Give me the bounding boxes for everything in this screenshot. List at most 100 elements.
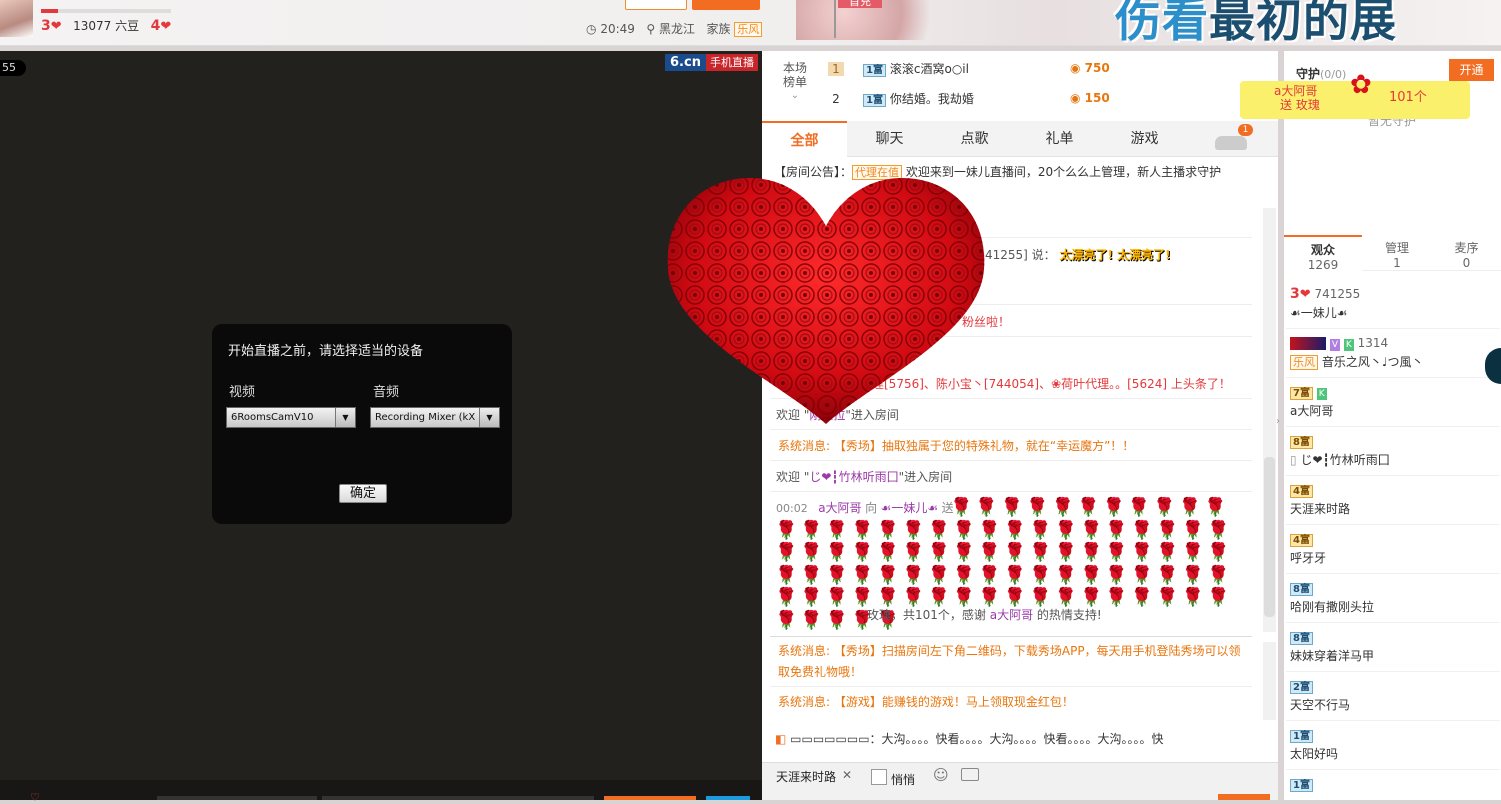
- follow-button[interactable]: [692, 0, 760, 10]
- heart-icon: ❤: [1299, 287, 1311, 302]
- k-badge: K: [1316, 388, 1327, 400]
- chevron-right-icon[interactable]: ›: [1276, 416, 1280, 427]
- guard-title: 守护(0/0): [1296, 65, 1346, 82]
- chat-scrollbar-thumb[interactable]: [1264, 457, 1275, 617]
- tab-admin[interactable]: 管理 1: [1362, 235, 1432, 271]
- divider: [1286, 622, 1500, 623]
- chat-input-area: [762, 762, 1278, 800]
- tab-all[interactable]: 全部: [762, 121, 847, 157]
- divider: [1286, 328, 1500, 329]
- bottom-blue-button[interactable]: [706, 796, 750, 800]
- divider: [1286, 769, 1500, 770]
- rank-amount: ◉ 150: [1070, 91, 1110, 105]
- chevron-down-icon: ⌄: [790, 90, 800, 101]
- audience-item[interactable]: 1富: [1290, 775, 1500, 794]
- banner-text-part-a: 伤看: [1115, 0, 1209, 47]
- site-logo[interactable]: 6.cn 手机直播: [665, 54, 760, 71]
- tab-games[interactable]: 游戏: [1102, 121, 1187, 157]
- bottom-control-2[interactable]: [322, 796, 594, 800]
- rank-user-name[interactable]: 滚滚c酒窝o○il: [890, 62, 969, 76]
- audience-item[interactable]: 3❤ 741255 ☙一妹儿☙: [1290, 285, 1500, 323]
- tab-mic-count: 0: [1462, 256, 1471, 270]
- rank-user-name[interactable]: 你结婚。我劫婚: [890, 92, 974, 106]
- heart-icon[interactable]: ♡: [30, 791, 40, 804]
- fortune-badge: 4富: [1290, 534, 1313, 547]
- divider: [770, 429, 1252, 430]
- car-icon[interactable]: [1215, 136, 1247, 150]
- logo-mobile-live: 手机直播: [705, 54, 758, 71]
- tab-audience[interactable]: 观众 1269: [1284, 235, 1362, 272]
- family-tag[interactable]: 乐风: [734, 22, 763, 37]
- audience-item[interactable]: 8富 妹妹穿着洋马甲: [1290, 628, 1500, 666]
- audience-item[interactable]: 4富 天涯来时路: [1290, 481, 1500, 519]
- audience-item[interactable]: 4富 呼牙牙: [1290, 530, 1500, 568]
- ranking-tag[interactable]: 本场 榜单 ⌄: [772, 61, 818, 103]
- chevron-down-icon: ▼: [479, 408, 499, 427]
- user-name: 妹妹穿着洋马甲: [1290, 649, 1375, 663]
- divider: [1286, 524, 1500, 525]
- level-next: 4: [150, 18, 161, 34]
- tab-song[interactable]: 点歌: [932, 121, 1017, 157]
- anchor-avatar[interactable]: [0, 0, 33, 37]
- audience-item[interactable]: 8富 哈刚有撒刚头拉: [1290, 579, 1500, 617]
- popup-count: 101个: [1389, 90, 1427, 105]
- audience-item[interactable]: 7富 K a大阿哥: [1290, 383, 1500, 421]
- private-label: 悄悄: [891, 773, 916, 787]
- rose-heart-gift-animation: [667, 178, 985, 424]
- tab-chat[interactable]: 聊天: [847, 121, 932, 157]
- tab-gift-list[interactable]: 礼单: [1017, 121, 1102, 157]
- coin-icon: ◉: [1070, 91, 1081, 105]
- heart-icon: ❤: [50, 19, 62, 34]
- confirm-button[interactable]: 确定: [339, 484, 387, 503]
- chat-message: 41255] 说： 太漂亮了! 太漂亮了!: [985, 244, 1171, 266]
- chat-user-id: 41255] 说：: [985, 248, 1056, 262]
- divider: [1286, 377, 1500, 378]
- bottom-control-1[interactable]: [157, 796, 317, 800]
- first-recharge-tag[interactable]: 首充: [838, 0, 882, 8]
- phone-icon: ▯: [1290, 453, 1297, 467]
- bottom-orange-button[interactable]: [604, 796, 696, 800]
- user-name: 哈刚有撒刚头拉: [1290, 600, 1375, 614]
- rank-number: 2: [832, 92, 840, 106]
- gift-thanks-user[interactable]: a大阿哥: [990, 608, 1033, 622]
- audience-item[interactable]: 2富 天空不行马: [1290, 677, 1500, 715]
- audience-item[interactable]: 8富 ▯ じ❤┇竹林听雨囗: [1290, 432, 1500, 470]
- system-scrollbar[interactable]: [1263, 642, 1276, 720]
- private-checkbox[interactable]: [871, 769, 887, 785]
- system-message: 系统消息: 【秀场】抽取独属于您的特殊礼物，就在“幸运魔方”！！: [778, 435, 1134, 457]
- system-message-cont: 取免费礼物哦！: [778, 665, 863, 679]
- welcome-message: 欢迎 "じ❤┇竹林听雨囗"进入房间: [776, 470, 953, 484]
- divider: [1286, 573, 1500, 574]
- audio-device-select[interactable]: Recording Mixer (kX ▼: [370, 407, 500, 428]
- image-icon[interactable]: [961, 768, 979, 781]
- fortune-badge: 4富: [1290, 485, 1313, 498]
- emoji-icon[interactable]: ☺: [933, 766, 949, 784]
- share-button[interactable]: [625, 0, 687, 10]
- video-device-label: 视频: [229, 385, 256, 400]
- video-device-select[interactable]: 6RoomsCamV10 ▼: [226, 407, 356, 428]
- close-icon[interactable]: ✕: [842, 768, 852, 782]
- vip-badge: V: [1329, 339, 1340, 351]
- car-count-badge: 1: [1238, 124, 1253, 136]
- user-name: 音乐之风丶♩つ風丶: [1321, 355, 1424, 369]
- user-name: 天空不行马: [1290, 698, 1351, 712]
- tab-audience-count: 1269: [1307, 258, 1339, 272]
- user-name: ☙一妹儿☙: [1290, 306, 1348, 320]
- popup-sender: a大阿哥: [1274, 84, 1318, 98]
- fortune-badge: 8富: [1290, 583, 1313, 596]
- audience-item[interactable]: V K 1314 乐风 音乐之风丶♩つ風丶: [1290, 334, 1500, 372]
- ranking-row[interactable]: 2 1富 你结婚。我劫婚 ◉ 150: [828, 90, 1258, 112]
- open-guard-button[interactable]: 开通: [1449, 59, 1494, 81]
- ranking-tag-line2: 榜单: [782, 75, 807, 89]
- audience-item[interactable]: 1富 太阳好吗: [1290, 726, 1500, 764]
- chat-target-name[interactable]: 天涯来时路: [776, 768, 836, 785]
- divider: [770, 686, 1252, 687]
- system-prefix: 系统消息:: [778, 439, 831, 453]
- system-message: 系统消息: 【秀场】扫描房间左下角二维码，下载秀场APP，每天用手机登陆秀场可以…: [778, 640, 1241, 662]
- tab-mic-queue[interactable]: 麦序 0: [1432, 235, 1501, 271]
- welcome-user[interactable]: じ❤┇竹林听雨囗: [809, 470, 898, 484]
- send-button[interactable]: [1218, 794, 1270, 800]
- logo-brand: 6.cn: [665, 54, 706, 71]
- ranking-row[interactable]: 1 1富 滚滚c酒窝o○il ◉ 750: [828, 60, 1258, 82]
- fortune-badge: 1富: [863, 64, 887, 77]
